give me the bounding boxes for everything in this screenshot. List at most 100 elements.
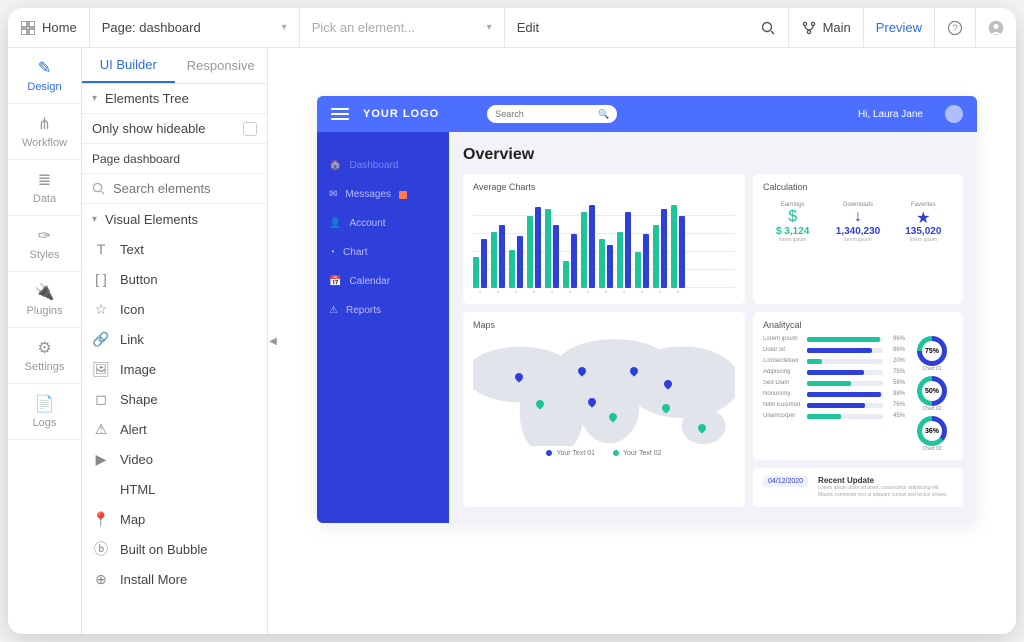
element-video[interactable]: ▶Video bbox=[82, 444, 267, 474]
bar bbox=[643, 234, 649, 288]
visual-elements-header[interactable]: ▾ Visual Elements bbox=[82, 204, 267, 234]
element-label: HTML bbox=[120, 482, 155, 497]
element-icon[interactable]: ☆ Icon bbox=[82, 294, 267, 324]
element-icon: ☆ bbox=[92, 301, 110, 318]
nav-label: Calendar bbox=[349, 276, 390, 287]
map-pin bbox=[697, 422, 708, 433]
ana-item: Lorem ipsum96% bbox=[763, 336, 905, 342]
mock-header: YOUR LOGO Search 🔍 Hi, Laura Jane bbox=[317, 96, 977, 132]
page-selector[interactable]: Page: dashboard ▾ bbox=[90, 8, 300, 47]
mock-search[interactable]: Search 🔍 bbox=[487, 105, 617, 123]
card-average-charts: Average Charts •••••••••••• bbox=[463, 174, 745, 304]
element-html[interactable]: HTML bbox=[82, 474, 267, 504]
top-toolbar: Home Page: dashboard ▾ Pick an element..… bbox=[8, 8, 1016, 48]
rail-data[interactable]: ≣Data bbox=[8, 160, 81, 216]
hideable-checkbox[interactable] bbox=[243, 122, 257, 136]
rail-workflow[interactable]: ⋔Workflow bbox=[8, 104, 81, 160]
tab-responsive[interactable]: Responsive bbox=[175, 48, 268, 83]
mock-nav-account[interactable]: 👤Account bbox=[329, 218, 437, 229]
element-picker[interactable]: Pick an element... ▾ bbox=[300, 8, 505, 47]
ana-item: Adipiscing75% bbox=[763, 369, 905, 375]
element-install-more[interactable]: ⊕Install More bbox=[82, 564, 267, 594]
design-canvas[interactable]: YOUR LOGO Search 🔍 Hi, Laura Jane 🏠Dashb… bbox=[278, 48, 1016, 634]
search-button[interactable] bbox=[748, 8, 789, 47]
nav-rail: ✎Design⋔Workflow≣Data✑Styles🔌Plugins⚙Set… bbox=[8, 48, 82, 634]
ring-label: Chart 01 bbox=[917, 366, 947, 372]
mock-nav-reports[interactable]: ⚠Reports bbox=[329, 305, 437, 316]
edit-menu[interactable]: Edit bbox=[505, 8, 748, 47]
ana-item: Dolor sit86% bbox=[763, 347, 905, 353]
home-label: Home bbox=[42, 20, 77, 35]
map-pin bbox=[608, 411, 619, 422]
hideable-toggle-row: Only show hideable bbox=[82, 114, 267, 144]
element-button[interactable]: [ ]Button bbox=[82, 264, 267, 294]
rail-icon: 🔌 bbox=[35, 282, 55, 302]
tab-ui-builder[interactable]: UI Builder bbox=[82, 48, 175, 83]
bar bbox=[635, 252, 641, 288]
ring-chart: 36% bbox=[917, 416, 947, 446]
hamburger-icon[interactable] bbox=[331, 108, 349, 120]
element-label: Icon bbox=[120, 302, 145, 317]
page-row[interactable]: Page dashboard bbox=[82, 144, 267, 174]
legend-item: Your Text 01 bbox=[556, 450, 595, 457]
mock-main: Overview Average Charts •••••••••••• Cal… bbox=[449, 132, 977, 523]
element-alert[interactable]: ⚠Alert bbox=[82, 414, 267, 444]
legend-item: Your Text 02 bbox=[623, 450, 662, 457]
nav-icon: 🏠 bbox=[329, 160, 341, 171]
map-pin bbox=[660, 403, 671, 414]
mock-nav-messages[interactable]: ✉Messages bbox=[329, 189, 437, 200]
bar bbox=[581, 212, 587, 289]
mock-body: 🏠Dashboard ✉Messages 👤Account ◔Chart 📅Calend… bbox=[317, 132, 977, 523]
rail-logs[interactable]: 📄Logs bbox=[8, 384, 81, 440]
element-shape[interactable]: ◻Shape bbox=[82, 384, 267, 414]
element-icon: ⓑ bbox=[92, 539, 110, 559]
search-icon bbox=[92, 182, 105, 195]
element-map[interactable]: 📍Map bbox=[82, 504, 267, 534]
bar bbox=[553, 225, 559, 288]
element-text[interactable]: TText bbox=[82, 234, 267, 264]
elements-tree-header[interactable]: ▾ Elements Tree bbox=[82, 84, 267, 114]
preview-button[interactable]: Preview bbox=[864, 8, 935, 47]
calc-downloads: Downloads↓1,340,230lorem ipsum bbox=[828, 198, 887, 247]
app-window: Home Page: dashboard ▾ Pick an element..… bbox=[8, 8, 1016, 634]
ring-label: Chart 02 bbox=[917, 406, 947, 412]
panel-tabs: UI Builder Responsive bbox=[82, 48, 267, 84]
help-button[interactable]: ? bbox=[935, 8, 976, 47]
rail-label: Workflow bbox=[22, 137, 67, 149]
recent-title: Recent Update bbox=[818, 476, 953, 485]
ring-label: Chart 03 bbox=[917, 446, 947, 452]
map-pin bbox=[663, 378, 674, 389]
element-built-on-bubble[interactable]: ⓑ Built on Bubble bbox=[82, 534, 267, 564]
element-image[interactable]: 🖼Image bbox=[82, 354, 267, 384]
edit-label: Edit bbox=[517, 20, 539, 35]
rail-design[interactable]: ✎Design bbox=[8, 48, 81, 104]
element-icon: ▶ bbox=[92, 451, 110, 468]
nav-label: Reports bbox=[346, 305, 381, 316]
rail-settings[interactable]: ⚙Settings bbox=[8, 328, 81, 384]
element-label: Text bbox=[120, 242, 144, 257]
element-label: Image bbox=[120, 362, 156, 377]
right-stack: Analitycal Lorem ipsum96%Dolor sit86%Con… bbox=[753, 312, 963, 507]
mock-nav-dashboard[interactable]: 🏠Dashboard bbox=[329, 160, 437, 171]
element-picker-label: Pick an element... bbox=[312, 20, 415, 35]
mock-nav-chart[interactable]: ◔Chart bbox=[329, 247, 437, 258]
home-button[interactable]: Home bbox=[8, 8, 90, 47]
rail-plugins[interactable]: 🔌Plugins bbox=[8, 272, 81, 328]
user-avatar-icon bbox=[988, 20, 1004, 36]
element-label: Built on Bubble bbox=[120, 542, 207, 557]
mock-sidebar: 🏠Dashboard ✉Messages 👤Account ◔Chart 📅Calend… bbox=[317, 132, 449, 523]
mock-avatar[interactable] bbox=[945, 105, 963, 123]
rail-icon: 📄 bbox=[35, 394, 55, 414]
collapse-panel-handle[interactable]: ◀ bbox=[268, 48, 278, 634]
element-icon: ⚠ bbox=[92, 421, 110, 438]
rail-styles[interactable]: ✑Styles bbox=[8, 216, 81, 272]
mock-nav-calendar[interactable]: 📅Calendar bbox=[329, 276, 437, 287]
card-calculation: Calculation Earnings$$ 3,124lorem ipsumD… bbox=[753, 174, 963, 304]
calc-row: Earnings$$ 3,124lorem ipsumDownloads↓1,3… bbox=[763, 198, 953, 247]
bar bbox=[535, 207, 541, 288]
search-elements-input[interactable] bbox=[113, 181, 268, 196]
ana-item: Ullamcorper45% bbox=[763, 413, 905, 419]
element-link[interactable]: 🔗Link bbox=[82, 324, 267, 354]
branch-selector[interactable]: Main bbox=[789, 8, 864, 47]
account-button[interactable] bbox=[976, 8, 1016, 47]
